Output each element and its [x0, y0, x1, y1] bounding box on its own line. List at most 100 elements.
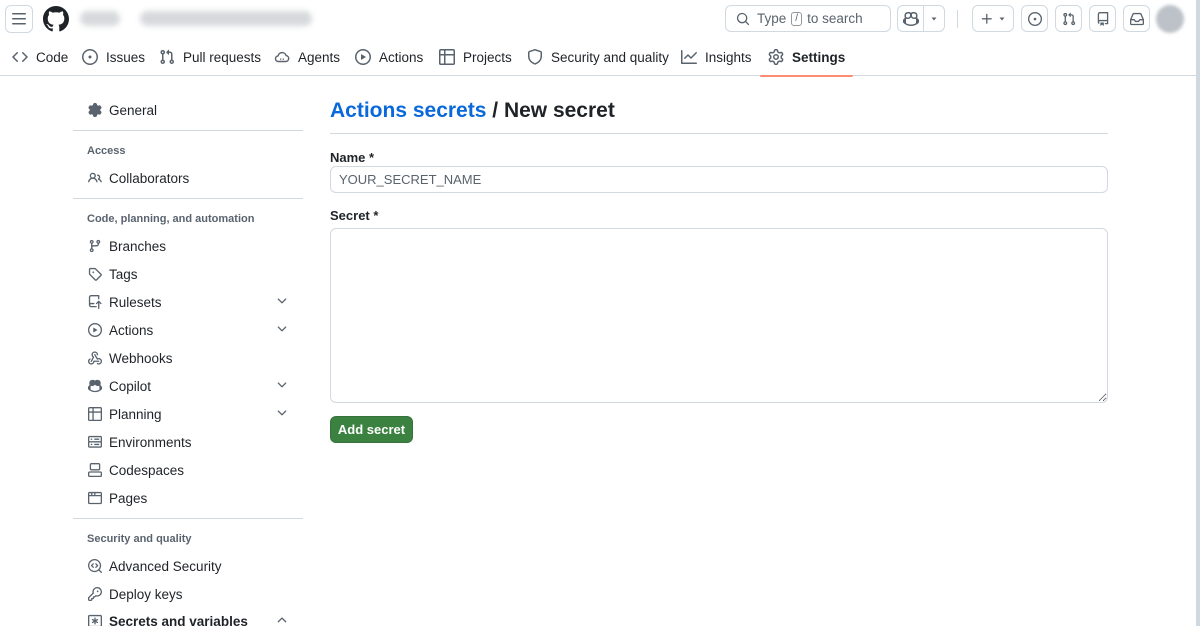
- search-icon: [736, 12, 750, 25]
- sidebar-item-label: Secrets and variables: [109, 613, 248, 626]
- triangle-down-icon: [999, 17, 1005, 20]
- repo-push-icon: [87, 294, 103, 310]
- sidebar-item-pages[interactable]: Pages: [73, 484, 303, 512]
- sidebar-item-label: Actions: [109, 322, 154, 338]
- tab-insights-label: Insights: [705, 49, 752, 65]
- search-suffix-text: to search: [807, 11, 863, 26]
- repositories-button[interactable]: [1089, 5, 1116, 32]
- three-bars-icon: [12, 13, 26, 25]
- key-icon: [87, 586, 103, 602]
- tab-security-and-quality[interactable]: Security and quality: [527, 38, 669, 76]
- name-label: Name *: [330, 150, 375, 165]
- git-pull-request-icon: [160, 49, 175, 65]
- chevron-down-icon: [277, 382, 287, 388]
- sidebar-item-label: Codespaces: [109, 462, 185, 478]
- tab-actions[interactable]: Actions: [355, 38, 423, 76]
- repo-icon: [1097, 11, 1108, 26]
- inbox-icon: [1129, 12, 1144, 25]
- sidebar-item-secrets-and-variables[interactable]: Secrets and variables: [73, 607, 303, 626]
- chevron-down-icon: [277, 410, 287, 416]
- pull-requests-button[interactable]: [1055, 5, 1082, 32]
- codespaces-icon: [87, 462, 103, 478]
- add-secret-button[interactable]: Add secret: [330, 416, 413, 443]
- tab-issues-label: Issues: [106, 49, 146, 65]
- search-prefix-text: Type: [757, 11, 787, 26]
- tab-pull-requests[interactable]: Pull requests: [159, 38, 261, 76]
- tab-code[interactable]: Code: [12, 38, 68, 76]
- sidebar-item-webhooks[interactable]: Webhooks: [73, 344, 303, 372]
- sidebar-item-label: Deploy keys: [109, 586, 183, 602]
- sidebar-divider: [73, 518, 303, 519]
- sidebar-item-general[interactable]: General: [73, 96, 303, 124]
- github-logo-icon[interactable]: [43, 6, 69, 32]
- sidebar-item-label: General: [109, 102, 158, 118]
- sidebar-item-planning[interactable]: Planning: [73, 400, 303, 428]
- git-pull-request-icon: [1062, 12, 1075, 25]
- copilot-dropdown-button[interactable]: [924, 6, 944, 31]
- breadcrumb-separator: /: [492, 99, 499, 122]
- create-new-button[interactable]: [972, 5, 1014, 32]
- gear-icon: [768, 49, 784, 65]
- tab-settings[interactable]: Settings: [759, 38, 854, 77]
- play-icon: [355, 49, 371, 65]
- sidebar-item-label: Tags: [109, 266, 138, 282]
- sidebar-item-actions[interactable]: Actions: [73, 316, 303, 344]
- sidebar-item-advanced-security[interactable]: Advanced Security: [73, 552, 303, 580]
- search-shortcut-key: /: [791, 11, 803, 26]
- tag-icon: [87, 266, 103, 282]
- sidebar-item-label: Copilot: [109, 378, 152, 394]
- tab-projects-label: Projects: [463, 49, 512, 65]
- tab-settings-label: Settings: [792, 49, 846, 65]
- sidebar-item-codespaces[interactable]: Codespaces: [73, 456, 303, 484]
- sidebar-item-label: Advanced Security: [109, 558, 222, 574]
- sidebar-item-label: Collaborators: [109, 170, 190, 186]
- copilot-button[interactable]: [898, 6, 923, 31]
- owner-crumb-redacted[interactable]: [80, 11, 120, 26]
- notifications-button[interactable]: [1123, 5, 1150, 32]
- search-input[interactable]: Type / to search: [725, 5, 891, 32]
- plus-icon: [981, 13, 992, 24]
- sidebar-item-deploy-keys[interactable]: Deploy keys: [73, 580, 303, 608]
- sidebar-heading-security: Security and quality: [87, 533, 192, 545]
- copilot-menu-button[interactable]: [897, 5, 945, 32]
- sidebar-item-copilot[interactable]: Copilot: [73, 372, 303, 400]
- sidebar-divider: [73, 198, 303, 199]
- sidebar-item-environments[interactable]: Environments: [73, 428, 303, 456]
- sidebar-item-collaborators[interactable]: Collaborators: [73, 164, 303, 192]
- tab-security-and-quality-label: Security and quality: [551, 49, 669, 65]
- tab-code-label: Code: [36, 49, 69, 65]
- table-icon: [87, 406, 103, 422]
- tab-actions-label: Actions: [379, 49, 424, 65]
- repo-crumb-redacted[interactable]: [140, 11, 312, 26]
- sidebar-item-label: Pages: [109, 490, 148, 506]
- table-icon: [439, 49, 455, 65]
- sidebar-item-label: Rulesets: [109, 294, 162, 310]
- copilot-icon: [87, 378, 103, 394]
- graph-icon: [681, 50, 697, 64]
- sidebar-item-rulesets[interactable]: Rulesets: [73, 288, 303, 316]
- tab-agents[interactable]: Agents: [274, 38, 340, 76]
- tab-projects[interactable]: Projects: [439, 38, 512, 76]
- sidebar-item-branches[interactable]: Branches: [73, 232, 303, 260]
- git-branch-icon: [87, 238, 103, 254]
- secret-value-textarea[interactable]: [330, 228, 1108, 403]
- hamburger-menu-button[interactable]: [5, 5, 33, 33]
- tab-insights[interactable]: Insights: [681, 38, 752, 76]
- secret-name-input[interactable]: [330, 166, 1108, 193]
- sidebar-divider: [73, 130, 303, 131]
- user-avatar[interactable]: [1156, 5, 1184, 33]
- chevron-down-icon: [277, 326, 287, 332]
- sidebar-item-tags[interactable]: Tags: [73, 260, 303, 288]
- gear-icon: [87, 102, 103, 118]
- webhook-icon: [87, 350, 103, 366]
- tab-agents-label: Agents: [298, 49, 341, 65]
- tab-issues[interactable]: Issues: [82, 38, 145, 76]
- sidebar-item-label: Branches: [109, 238, 167, 254]
- page-title-text: New secret: [503, 99, 615, 122]
- agent-cloud-icon: [274, 51, 290, 63]
- breadcrumb-actions-secrets-link[interactable]: Actions secrets: [330, 99, 486, 122]
- people-icon: [87, 170, 103, 186]
- issues-button[interactable]: [1021, 5, 1048, 32]
- code-icon: [12, 51, 28, 63]
- tab-pull-requests-label: Pull requests: [183, 49, 262, 65]
